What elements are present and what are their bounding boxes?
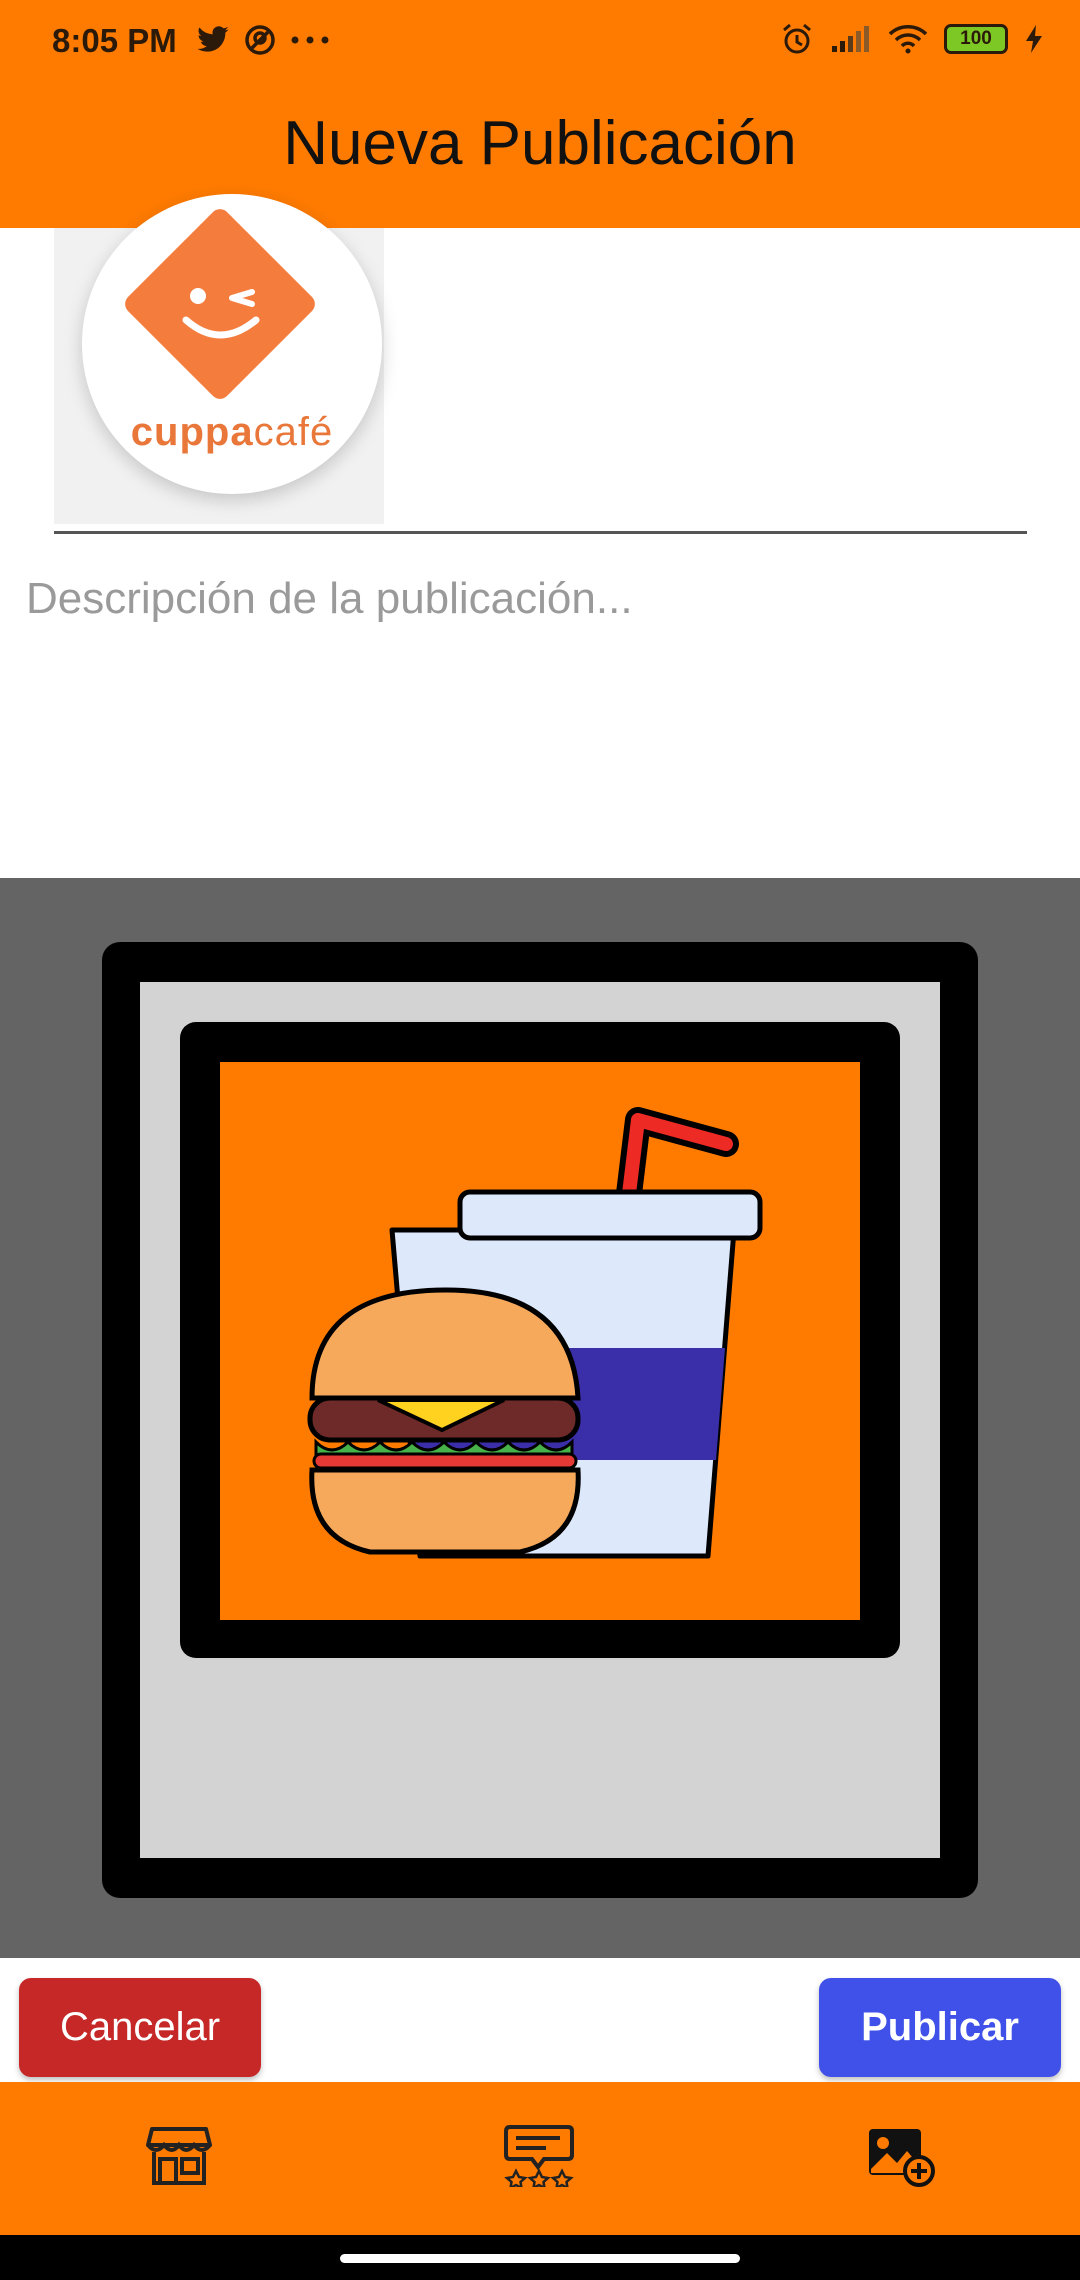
home-gesture-bar[interactable] bbox=[340, 2254, 740, 2263]
status-right-icons: 100 bbox=[780, 22, 1044, 56]
app-bar: Nueva Publicación bbox=[0, 88, 1080, 228]
divider bbox=[54, 531, 1027, 534]
wink-face-icon bbox=[182, 288, 260, 339]
charging-bolt-icon bbox=[1026, 25, 1042, 53]
battery-level: 100 bbox=[960, 28, 992, 49]
brand-logo-text: cuppacafé bbox=[82, 410, 382, 455]
status-left-icons bbox=[196, 24, 330, 56]
description-input[interactable] bbox=[26, 574, 1056, 834]
cell-signal-icon bbox=[832, 26, 869, 52]
brand-logo-text-regular: café bbox=[253, 410, 334, 454]
notification-app-icon bbox=[245, 25, 275, 55]
twitter-icon bbox=[197, 26, 229, 52]
nav-item-reviews[interactable] bbox=[484, 2106, 594, 2206]
reviews-icon bbox=[504, 2125, 574, 2187]
nav-item-store[interactable] bbox=[124, 2106, 234, 2206]
bottom-nav bbox=[0, 2082, 1080, 2235]
more-dots-icon bbox=[291, 36, 329, 44]
add-image-icon bbox=[869, 2129, 935, 2187]
burger-and-drink-icon bbox=[307, 1107, 763, 1559]
status-time: 8:05 PM bbox=[52, 22, 177, 59]
system-nav-bar bbox=[0, 2235, 1080, 2280]
battery-icon: 100 bbox=[944, 24, 1008, 54]
status-bar: 8:05 PM 100 bbox=[0, 0, 1080, 88]
nav-item-add-image[interactable] bbox=[846, 2106, 956, 2206]
page-title: Nueva Publicación bbox=[283, 109, 797, 178]
alarm-icon bbox=[783, 23, 811, 54]
publish-button[interactable]: Publicar bbox=[819, 1978, 1061, 2077]
store-icon bbox=[146, 2127, 212, 2185]
wifi-icon bbox=[888, 25, 928, 54]
cancel-button[interactable]: Cancelar bbox=[19, 1978, 261, 2077]
brand-logo-text-bold: cuppa bbox=[130, 410, 254, 454]
